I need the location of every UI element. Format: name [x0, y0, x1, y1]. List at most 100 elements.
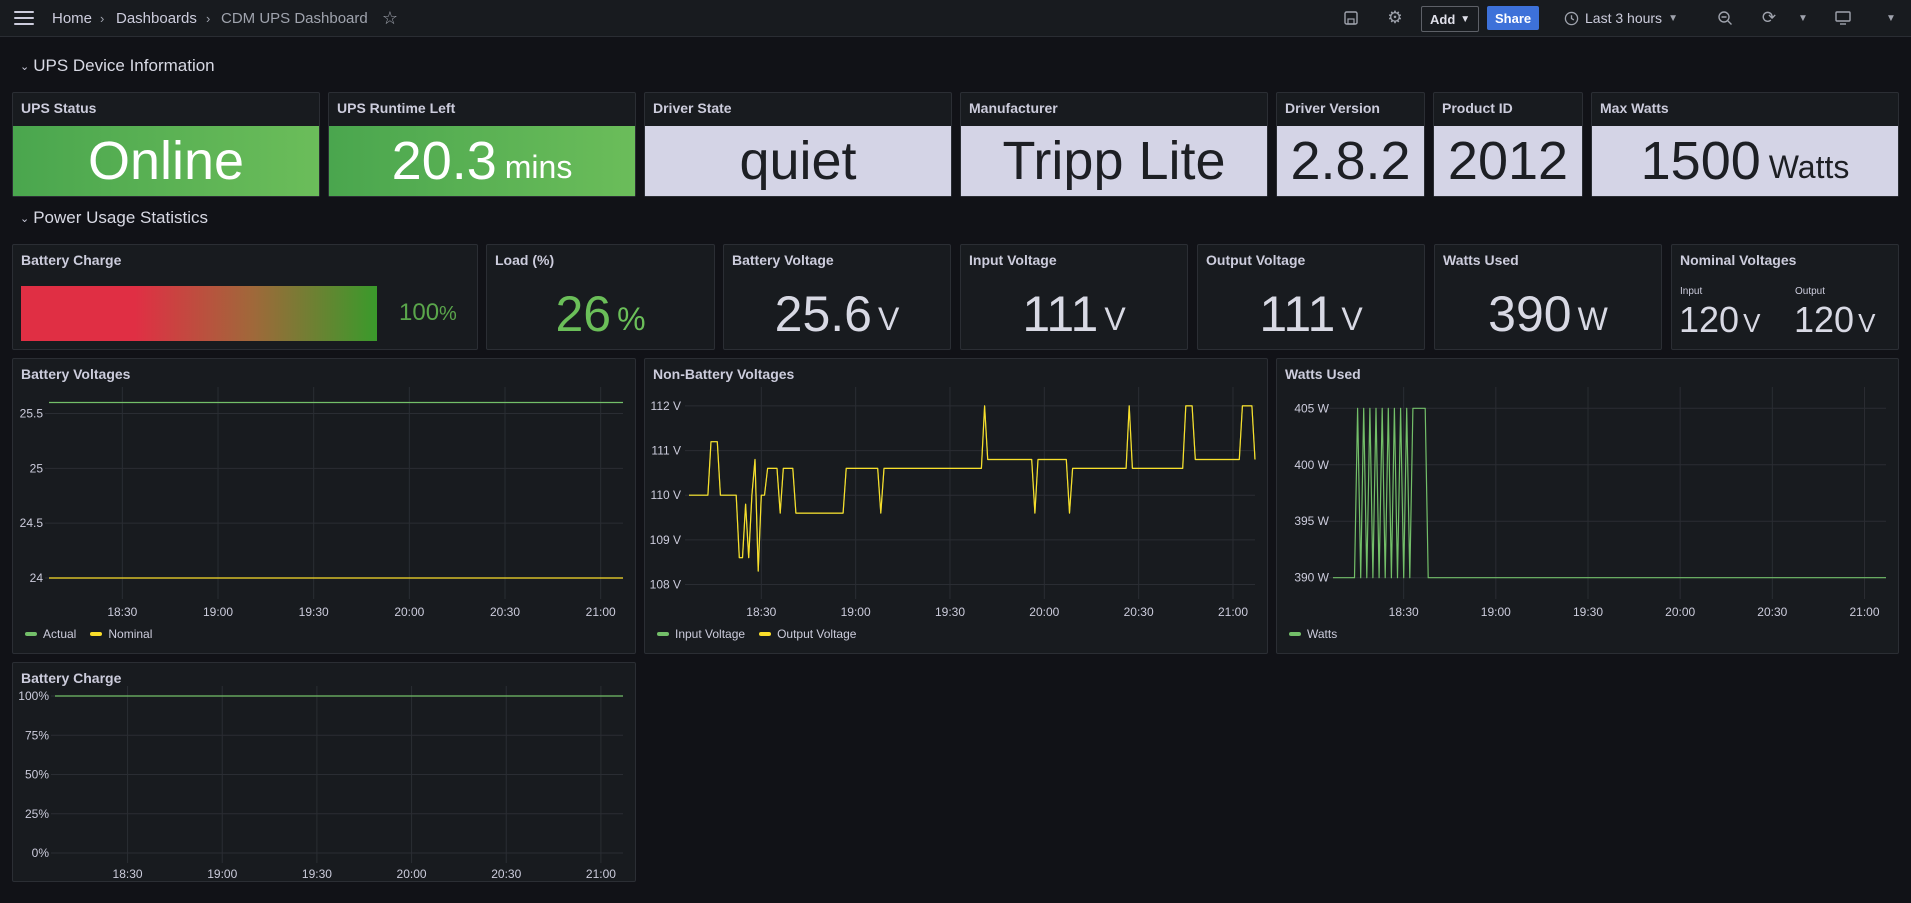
stat-value-area: 111 V	[961, 278, 1187, 349]
x-tick-label: 19:00	[207, 867, 237, 881]
gear-icon[interactable]: ⚙	[1383, 6, 1407, 30]
legend-label: Nominal	[108, 627, 153, 641]
tv-mode-icon[interactable]	[1831, 6, 1855, 30]
panel-nominal-voltages[interactable]: Nominal Voltages Input 120 V Output 120 V	[1671, 244, 1899, 350]
y-tick-label: 112 V	[651, 399, 681, 413]
x-tick-label: 20:00	[1029, 605, 1059, 619]
load-value: 26	[555, 285, 612, 342]
panel-title: Manufacturer	[969, 100, 1058, 116]
y-tick-label: 0%	[32, 846, 50, 860]
runtime-unit: mins	[504, 148, 573, 185]
legend-swatch	[90, 632, 103, 636]
y-tick-label: 24	[30, 571, 44, 585]
row-device-info-title: UPS Device Information	[33, 56, 215, 75]
star-icon[interactable]: ☆	[378, 6, 402, 30]
row-power-usage[interactable]: ⌄ Power Usage Statistics	[20, 208, 208, 228]
y-tick-label: 108 V	[650, 578, 681, 592]
runtime-value: 20.3	[391, 131, 497, 191]
panel-input-voltage[interactable]: Input Voltage 111 V	[960, 244, 1188, 350]
y-tick-label: 400 W	[1294, 458, 1329, 472]
panel-title: UPS Runtime Left	[337, 100, 456, 116]
panel-load[interactable]: Load (%) 26 %	[486, 244, 715, 350]
x-tick-label: 19:30	[302, 867, 332, 881]
battery-voltage-value: 25.6	[774, 285, 872, 342]
panel-manufacturer[interactable]: Manufacturer Tripp Lite	[960, 92, 1268, 197]
legend-item[interactable]: Watts	[1289, 627, 1337, 641]
x-tick-label: 18:30	[113, 867, 143, 881]
breadcrumb-dashboards[interactable]: Dashboards	[116, 0, 197, 36]
battery-charge-bar	[21, 286, 377, 341]
max-watts-value: 1500	[1640, 131, 1761, 191]
manufacturer-value: Tripp Lite	[1002, 131, 1226, 191]
refresh-icon[interactable]: ⟳	[1757, 6, 1781, 30]
ups-status-value: Online	[87, 131, 245, 191]
stat-value-area: 25.6 V	[724, 278, 950, 349]
panel-battery-charge-gauge[interactable]: Battery Charge 100%	[12, 244, 478, 350]
save-icon[interactable]	[1339, 6, 1363, 30]
panel-title: UPS Status	[21, 100, 97, 116]
y-tick-label: 109 V	[650, 533, 681, 547]
panel-max-watts[interactable]: Max Watts 1500 Watts	[1591, 92, 1899, 197]
stat-value-area: 2.8.2	[1277, 126, 1424, 196]
panel-watts-used[interactable]: Watts Used 390 W	[1434, 244, 1662, 350]
x-tick-label: 21:00	[586, 605, 616, 619]
stat-value-area: 111 V	[1198, 278, 1424, 349]
legend-item[interactable]: Output Voltage	[759, 627, 856, 641]
legend-item[interactable]: Nominal	[90, 627, 152, 641]
panel-title: Output Voltage	[1206, 252, 1306, 268]
battery-charge-unit: %	[439, 303, 457, 325]
x-tick-label: 20:00	[394, 605, 424, 619]
add-button[interactable]: Add ▼	[1421, 6, 1480, 32]
breadcrumb-home[interactable]: Home	[52, 0, 92, 36]
x-tick-label: 20:00	[1665, 605, 1695, 619]
output-voltage-unit: V	[1341, 301, 1363, 337]
panel-driver-version[interactable]: Driver Version 2.8.2	[1276, 92, 1425, 197]
panel-product-id[interactable]: Product ID 2012	[1433, 92, 1583, 197]
series-line-output-voltage	[689, 405, 1256, 572]
panel-watts-used-chart[interactable]: Watts Used 18:30 19:00 19:30 20:00 20:30 21:0…	[1276, 358, 1899, 654]
y-tick-label: 110 V	[651, 488, 681, 502]
panel-battery-voltages-chart[interactable]: Battery Voltages 18:30 19:00 19:30 20:00 20:…	[12, 358, 636, 654]
panel-battery-voltage[interactable]: Battery Voltage 25.6 V	[723, 244, 951, 350]
legend-swatch	[1289, 632, 1301, 636]
panel-title: Battery Charge	[21, 252, 122, 268]
panel-title: Max Watts	[1600, 100, 1669, 116]
y-tick-label: 25	[30, 461, 44, 475]
y-tick-label: 24.5	[20, 516, 44, 530]
legend-item[interactable]: Actual	[25, 627, 76, 641]
share-button[interactable]: Share	[1487, 6, 1540, 30]
top-navbar: Home › Dashboards › CDM UPS Dashboard ☆ …	[0, 0, 1911, 37]
input-voltage-value: 111	[1022, 285, 1099, 342]
menu-icon[interactable]	[14, 10, 34, 26]
chevron-right-icon: ›	[100, 10, 105, 26]
panel-non-battery-voltages-chart[interactable]: Non-Battery Voltages 18:30 19:00 19:30 20:0…	[644, 358, 1268, 654]
y-tick-label: 100%	[18, 689, 49, 703]
panel-battery-charge-chart[interactable]: Battery Charge 18:30 19:00 19:30 20:00 20:30…	[12, 662, 636, 882]
legend-label: Input Voltage	[675, 627, 746, 641]
x-tick-label: 20:30	[491, 867, 521, 881]
y-tick-label: 50%	[25, 768, 49, 782]
zoom-out-icon[interactable]	[1713, 6, 1737, 30]
nominal-output-label: Output	[1795, 286, 1826, 297]
stat-value-area: 390 W	[1435, 278, 1661, 349]
chart-legend: Watts	[1289, 627, 1337, 641]
refresh-interval-chevron-icon[interactable]: ▼	[1791, 6, 1815, 30]
panel-ups-runtime[interactable]: UPS Runtime Left 20.3 mins	[328, 92, 636, 197]
panel-output-voltage[interactable]: Output Voltage 111 V	[1197, 244, 1425, 350]
x-tick-label: 19:30	[935, 605, 965, 619]
chart-legend: Actual Nominal	[25, 627, 152, 641]
stat-value-area: Online	[13, 126, 319, 196]
panel-ups-status[interactable]: UPS Status Online	[12, 92, 320, 197]
chevron-down-icon[interactable]: ▼	[1879, 6, 1903, 30]
legend-item[interactable]: Input Voltage	[657, 627, 745, 641]
nominal-input-unit: V	[1743, 308, 1761, 338]
nominal-input-number: 120	[1679, 299, 1740, 340]
panel-title: Nominal Voltages	[1680, 252, 1797, 268]
x-tick-label: 19:00	[1481, 605, 1511, 619]
breadcrumb-current: CDM UPS Dashboard	[221, 9, 368, 27]
chevron-right-icon: ›	[206, 10, 211, 26]
panel-title: Watts Used	[1443, 252, 1519, 268]
panel-driver-state[interactable]: Driver State quiet	[644, 92, 952, 197]
row-device-info[interactable]: ⌄ UPS Device Information	[20, 56, 215, 76]
time-range-picker[interactable]: Last 3 hours ▼	[1564, 6, 1678, 30]
